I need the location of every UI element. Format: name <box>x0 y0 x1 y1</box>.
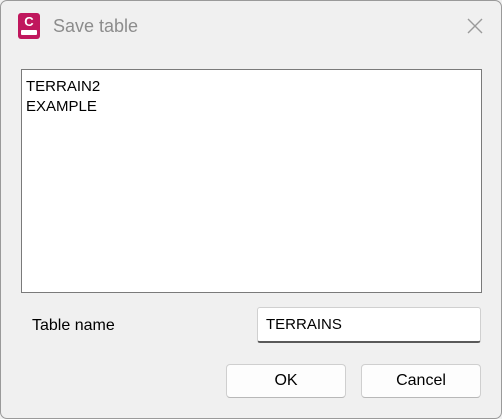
app-icon-bar <box>21 30 37 35</box>
cancel-button[interactable]: Cancel <box>361 364 481 398</box>
table-list[interactable]: TERRAIN2 EXAMPLE <box>21 69 482 293</box>
list-item-terrain2[interactable]: TERRAIN2 <box>22 77 481 97</box>
table-name-label: Table name <box>32 317 115 334</box>
title-bar: C Save table <box>1 1 501 53</box>
app-icon-letter: C <box>24 14 34 29</box>
save-table-dialog: C Save table TERRAIN2 EXAMPLE Table name… <box>0 0 502 419</box>
window-title: Save table <box>53 16 139 36</box>
app-icon: C <box>18 13 40 39</box>
close-button[interactable] <box>457 10 493 42</box>
list-item-example[interactable]: EXAMPLE <box>22 97 481 117</box>
table-name-input[interactable]: TERRAINS <box>257 307 481 343</box>
close-icon <box>467 18 483 34</box>
ok-button[interactable]: OK <box>226 364 346 398</box>
